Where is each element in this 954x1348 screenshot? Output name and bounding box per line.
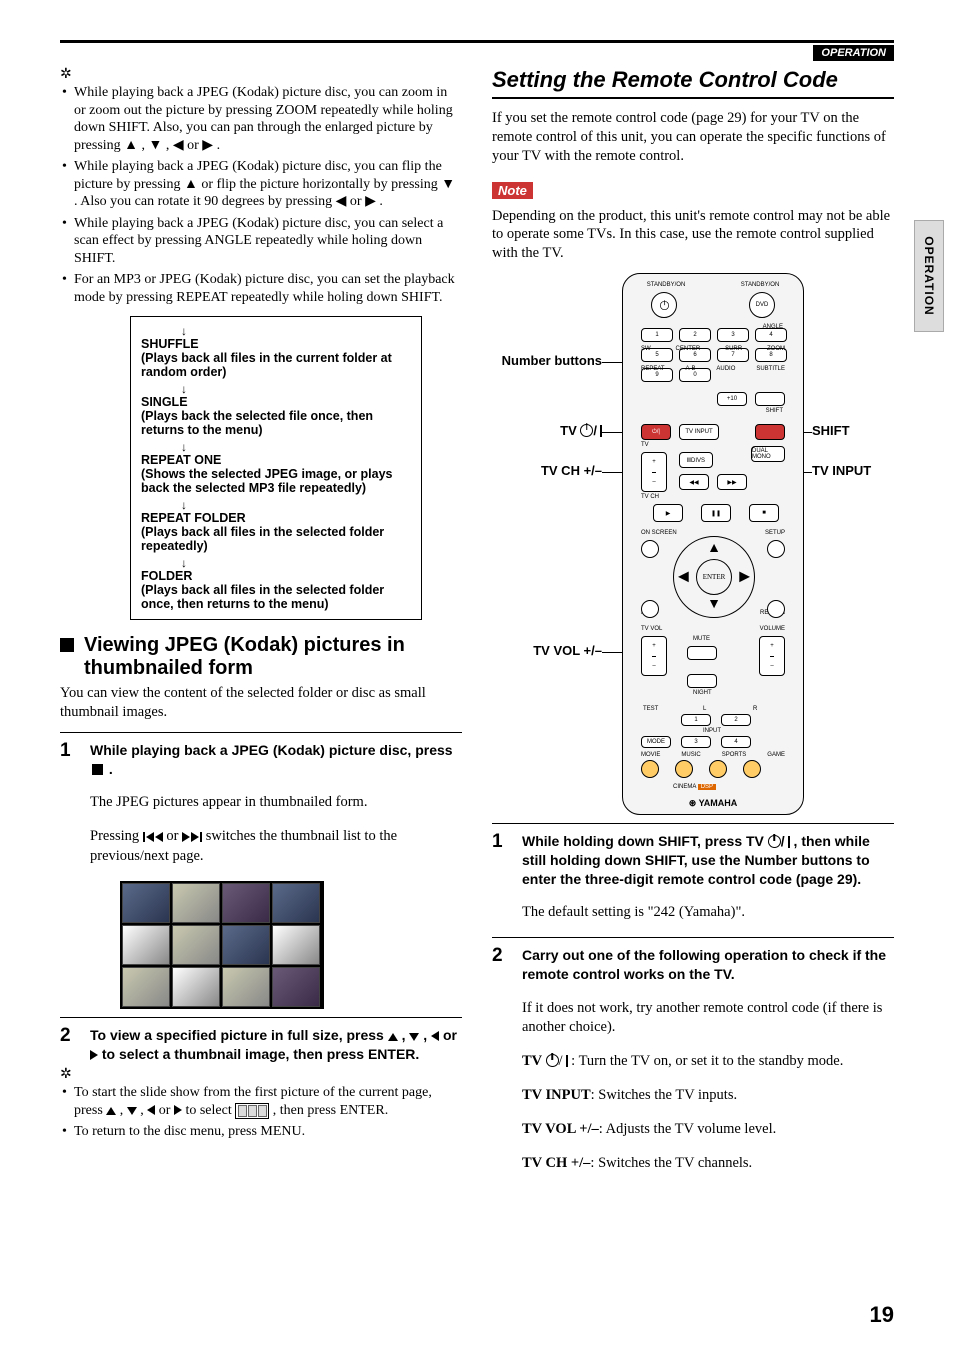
callout-tv-power: TV <box>560 423 580 438</box>
mode-desc: (Plays back all files in the selected fo… <box>141 525 411 553</box>
right-intro: If you set the remote control code (page… <box>492 109 894 166</box>
note-body: Depending on the product, this unit's re… <box>492 207 894 264</box>
hint-icon: ✲ <box>60 1068 72 1082</box>
step-sub: Pressing or switches the thumbnail list … <box>90 827 462 866</box>
mode-desc: (Shows the selected JPEG image, or plays… <box>141 467 411 495</box>
tip-item: While playing back a JPEG (Kodak) pictur… <box>60 158 462 211</box>
remote-diagram: Number buttons TV / TV CH +/– TV VOL +/– <box>492 273 894 813</box>
right-step-1: 1 While holding down SHIFT, press TV / ,… <box>492 832 894 889</box>
side-tab: OPERATION <box>914 220 944 332</box>
tips-list: While playing back a JPEG (Kodak) pictur… <box>60 84 462 306</box>
intro-text: You can view the content of the selected… <box>60 684 462 722</box>
hint-icon: ✲ <box>60 68 72 82</box>
callout-tv-input: TV INPUT <box>812 463 871 478</box>
tip-item: To return to the disc menu, press MENU. <box>60 1123 462 1141</box>
power-icon <box>546 1054 559 1067</box>
mode-desc: (Plays back all files in the selected fo… <box>141 583 411 611</box>
right-icon <box>90 1050 98 1060</box>
thumbnail-grid <box>120 881 324 1009</box>
step-sub: If it does not work, try another remote … <box>522 999 894 1038</box>
tip-item: For an MP3 or JPEG (Kodak) picture disc,… <box>60 271 462 306</box>
step-text: Carry out one of the following operation… <box>522 946 894 984</box>
left-icon <box>431 1031 439 1041</box>
skip-next-icon <box>182 832 202 842</box>
down-icon <box>409 1033 419 1041</box>
header-bar: OPERATION <box>60 40 894 61</box>
bottom-tips: To start the slide show from the first p… <box>60 1084 462 1141</box>
left-column: ✲ While playing back a JPEG (Kodak) pict… <box>60 67 462 1188</box>
side-tab-label: OPERATION <box>922 236 936 315</box>
step-1: 1 While playing back a JPEG (Kodak) pict… <box>60 741 462 779</box>
tip-item: While playing back a JPEG (Kodak) pictur… <box>60 84 462 154</box>
power-icon <box>768 835 781 848</box>
check-line: TV / : Turn the TV on, or set it to the … <box>522 1052 894 1072</box>
square-bullet-icon <box>60 638 74 652</box>
check-line: TV CH +/–: Switches the TV channels. <box>522 1154 894 1174</box>
section-label: OPERATION <box>813 45 894 61</box>
callout-tv-vol: TV VOL +/– <box>533 643 602 658</box>
callout-shift: SHIFT <box>812 423 850 438</box>
mode-title: REPEAT FOLDER <box>141 511 411 525</box>
mode-desc: (Plays back the selected file once, then… <box>141 409 411 437</box>
check-line: TV INPUT: Switches the TV inputs. <box>522 1086 894 1106</box>
step-sub: The default setting is "242 (Yamaha)". <box>522 903 894 923</box>
skip-prev-icon <box>143 832 163 842</box>
check-line: TV VOL +/–: Adjusts the TV volume level. <box>522 1120 894 1140</box>
section-heading: Viewing JPEG (Kodak) pictures in thumbna… <box>60 634 462 680</box>
mode-title: SINGLE <box>141 395 411 409</box>
tip-item: While playing back a JPEG (Kodak) pictur… <box>60 215 462 268</box>
up-icon <box>388 1033 398 1041</box>
step-sub: The JPEG pictures appear in thumbnailed … <box>90 793 462 813</box>
page-number: 19 <box>870 1302 894 1328</box>
mode-title: FOLDER <box>141 569 411 583</box>
step-2: 2 To view a specified picture in full si… <box>60 1026 462 1064</box>
right-step-2: 2 Carry out one of the following operati… <box>492 946 894 984</box>
step-text: While playing back a JPEG (Kodak) pictur… <box>90 742 453 758</box>
mode-title: SHUFFLE <box>141 337 411 351</box>
callout-number-buttons: Number buttons <box>502 353 602 368</box>
mode-desc: (Plays back all files in the current fol… <box>141 351 411 379</box>
slideshow-icon <box>235 1103 269 1119</box>
heading-text: Viewing JPEG (Kodak) pictures in thumbna… <box>84 634 462 680</box>
stop-icon <box>92 764 103 775</box>
right-title: Setting the Remote Control Code <box>492 67 894 99</box>
right-column: Setting the Remote Control Code If you s… <box>492 67 894 1188</box>
power-icon <box>580 424 593 437</box>
step-text: . <box>105 761 113 777</box>
mode-title: REPEAT ONE <box>141 453 411 467</box>
tip-item: To start the slide show from the first p… <box>60 1084 462 1119</box>
callout-tv-ch: TV CH +/– <box>541 463 602 478</box>
note-label: Note <box>492 182 533 199</box>
playback-mode-box: ↓ SHUFFLE (Plays back all files in the c… <box>130 316 422 620</box>
remote-body: STANDBY/ON STANDBY/ON DVD 1 2 3 4 5 6 7 … <box>622 273 804 815</box>
